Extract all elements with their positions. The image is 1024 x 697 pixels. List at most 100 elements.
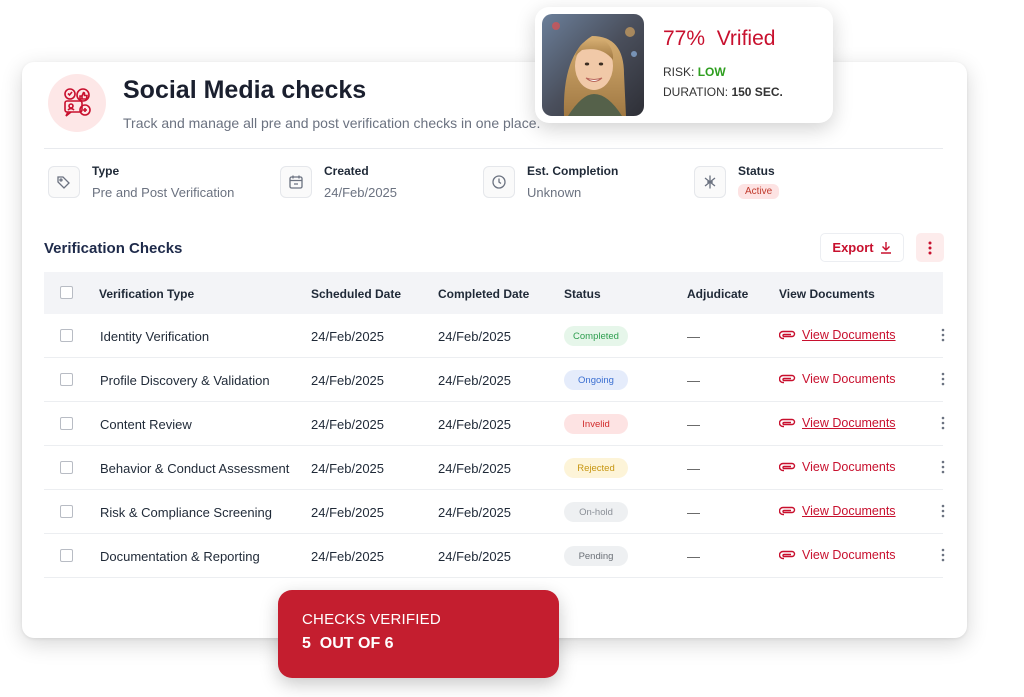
completed-date: 24/Feb/2025 xyxy=(438,329,512,344)
meta-type: Type Pre and Post Verification xyxy=(48,162,234,200)
duration-value: 150 SEC. xyxy=(731,85,783,99)
column-header: View Documents xyxy=(779,287,875,301)
completed-date: 24/Feb/2025 xyxy=(438,461,512,476)
tag-icon xyxy=(48,166,80,198)
scheduled-date: 24/Feb/2025 xyxy=(311,549,385,564)
status-pill: Completed xyxy=(564,326,628,346)
scheduled-date: 24/Feb/2025 xyxy=(311,329,385,344)
meta-created: Created 24/Feb/2025 xyxy=(280,162,397,200)
view-documents-label: View Documents xyxy=(802,548,896,562)
header-divider xyxy=(44,148,943,149)
status-icon xyxy=(694,166,726,198)
view-documents-link[interactable]: View Documents xyxy=(779,504,896,518)
completed-date: 24/Feb/2025 xyxy=(438,417,512,432)
meta-created-label: Created xyxy=(324,164,369,178)
duration: DURATION: 150 SEC. xyxy=(663,85,783,99)
page-subtitle: Track and manage all pre and post verifi… xyxy=(123,115,541,131)
scheduled-date: 24/Feb/2025 xyxy=(311,417,385,432)
table-row[interactable]: Risk & Compliance Screening 24/Feb/2025 … xyxy=(44,490,945,534)
scheduled-date: 24/Feb/2025 xyxy=(311,461,385,476)
table-header: Verification Type Scheduled Date Complet… xyxy=(44,272,943,314)
clock-icon xyxy=(483,166,515,198)
status-pill: Pending xyxy=(564,546,628,566)
calendar-icon xyxy=(280,166,312,198)
risk-level: RISK: LOW xyxy=(663,65,726,79)
row-checkbox[interactable] xyxy=(60,461,73,474)
column-header: Completed Date xyxy=(438,287,530,301)
verification-type: Identity Verification xyxy=(100,329,210,344)
adjudicate-value: — xyxy=(687,505,700,520)
paperclip-icon xyxy=(779,374,796,384)
checks-verified-title: CHECKS VERIFIED xyxy=(302,611,441,628)
meta-status: Status Active xyxy=(694,162,780,199)
meta-status-label: Status xyxy=(738,164,775,178)
paperclip-icon xyxy=(779,462,796,472)
export-button[interactable]: Export xyxy=(820,233,904,262)
paperclip-icon xyxy=(779,506,796,516)
adjudicate-value: — xyxy=(687,373,700,388)
table-row[interactable]: Identity Verification 24/Feb/2025 24/Feb… xyxy=(44,314,945,358)
column-header: Adjudicate xyxy=(687,287,749,301)
row-more-icon[interactable] xyxy=(941,548,945,562)
view-documents-link[interactable]: View Documents xyxy=(779,548,896,562)
completed-date: 24/Feb/2025 xyxy=(438,505,512,520)
view-documents-link[interactable]: View Documents xyxy=(779,460,896,474)
view-documents-label: View Documents xyxy=(802,460,896,474)
table-row[interactable]: Content Review 24/Feb/2025 24/Feb/2025 I… xyxy=(44,402,945,446)
meta-completion: Est. Completion Unknown xyxy=(483,162,618,200)
meta-type-value: Pre and Post Verification xyxy=(92,185,235,200)
table-row[interactable]: Documentation & Reporting 24/Feb/2025 24… xyxy=(44,534,945,578)
paperclip-icon xyxy=(779,418,796,428)
verification-card: Social Media checks Track and manage all… xyxy=(22,62,967,638)
status-pill: Rejected xyxy=(564,458,628,478)
row-more-icon[interactable] xyxy=(941,416,945,430)
verification-type: Risk & Compliance Screening xyxy=(100,505,272,520)
paperclip-icon xyxy=(779,550,796,560)
profile-result-card: 77% Vrified RISK: LOW DURATION: 150 SEC. xyxy=(535,7,833,123)
row-checkbox[interactable] xyxy=(60,329,73,342)
row-more-icon[interactable] xyxy=(941,328,945,342)
column-header: Status xyxy=(564,287,601,301)
meta-type-label: Type xyxy=(92,164,120,178)
row-checkbox[interactable] xyxy=(60,417,73,430)
row-more-icon[interactable] xyxy=(941,460,945,474)
column-header: Verification Type xyxy=(99,287,195,301)
section-title: Verification Checks xyxy=(44,240,183,257)
view-documents-label: View Documents xyxy=(802,328,896,342)
status-badge: Active xyxy=(738,184,780,199)
view-documents-link[interactable]: View Documents xyxy=(779,372,896,386)
checks-verified-card: CHECKS VERIFIED 5 OUT OF 6 xyxy=(278,590,559,678)
adjudicate-value: — xyxy=(687,549,700,564)
adjudicate-value: — xyxy=(687,417,700,432)
row-checkbox[interactable] xyxy=(60,373,73,386)
completed-date: 24/Feb/2025 xyxy=(438,549,512,564)
page-title: Social Media checks xyxy=(123,76,367,104)
view-documents-label: View Documents xyxy=(802,504,896,518)
row-more-icon[interactable] xyxy=(941,504,945,518)
meta-completion-value: Unknown xyxy=(527,185,582,200)
verification-type: Profile Discovery & Validation xyxy=(100,373,270,388)
download-icon xyxy=(880,242,891,254)
meta-completion-label: Est. Completion xyxy=(527,164,619,178)
more-options-button[interactable] xyxy=(916,233,944,262)
row-more-icon[interactable] xyxy=(941,372,945,386)
risk-value: LOW xyxy=(697,65,726,79)
scheduled-date: 24/Feb/2025 xyxy=(311,373,385,388)
view-documents-link[interactable]: View Documents xyxy=(779,416,896,430)
table-row[interactable]: Behavior & Conduct Assessment 24/Feb/202… xyxy=(44,446,945,490)
row-checkbox[interactable] xyxy=(60,549,73,562)
verification-type: Behavior & Conduct Assessment xyxy=(100,461,290,476)
meta-created-value: 24/Feb/2025 xyxy=(324,185,398,200)
profile-photo xyxy=(542,14,644,116)
paperclip-icon xyxy=(779,330,796,340)
verification-percentage: 77% Vrified xyxy=(663,27,776,50)
view-documents-label: View Documents xyxy=(802,372,896,386)
verification-type: Content Review xyxy=(100,417,192,432)
status-pill: Ongoing xyxy=(564,370,628,390)
social-media-icon xyxy=(48,74,106,132)
table-row[interactable]: Profile Discovery & Validation 24/Feb/20… xyxy=(44,358,945,402)
select-all-checkbox[interactable] xyxy=(60,286,73,299)
scheduled-date: 24/Feb/2025 xyxy=(311,505,385,520)
view-documents-link[interactable]: View Documents xyxy=(779,328,896,342)
row-checkbox[interactable] xyxy=(60,505,73,518)
